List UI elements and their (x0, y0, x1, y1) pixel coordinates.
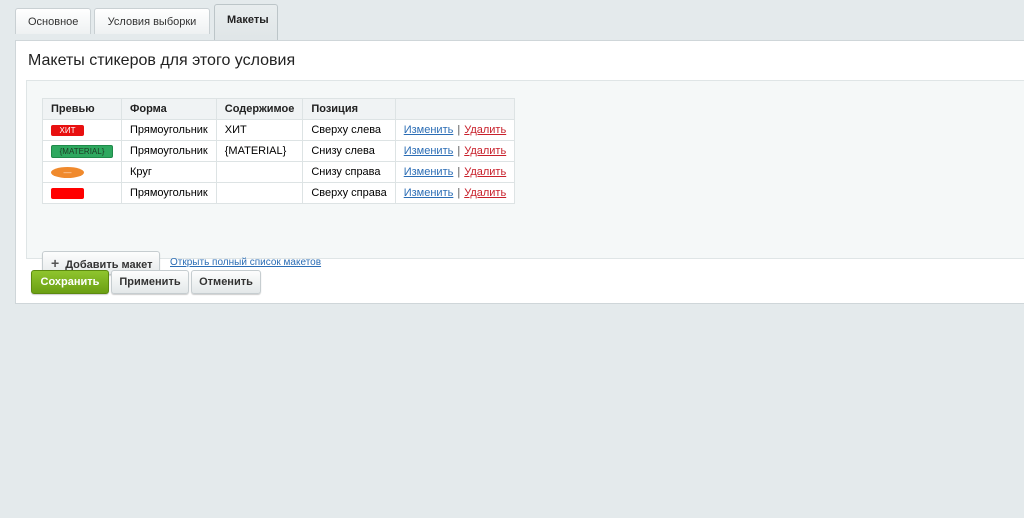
col-preview: Превью (42, 98, 122, 120)
separator: | (457, 124, 461, 136)
form-cell: Прямоугольник (121, 119, 217, 141)
col-content: Содержимое (215, 98, 304, 120)
position-cell: Снизу справа (302, 161, 396, 183)
separator: | (457, 145, 461, 157)
edit-link[interactable]: Изменить (404, 166, 454, 178)
delete-link[interactable]: Удалить (464, 187, 506, 199)
full-layouts-list-link[interactable]: Открыть полный список макетов (170, 257, 321, 268)
actions-cell: Изменить | Удалить (394, 119, 516, 141)
preview-cell: — (42, 161, 122, 183)
sticker-preview (51, 187, 84, 199)
tab-selection-conditions[interactable]: Условия выборки (94, 8, 210, 34)
actions-cell: Изменить | Удалить (394, 161, 516, 183)
layouts-table: Превью Форма Содержимое Позиция ХИТ Прям… (42, 98, 516, 204)
delete-link[interactable]: Удалить (464, 166, 506, 178)
content-cell (215, 182, 304, 204)
form-cell: Прямоугольник (121, 182, 217, 204)
position-cell: Снизу слева (302, 140, 396, 162)
position-cell: Сверху справа (302, 182, 396, 204)
col-position: Позиция (302, 98, 396, 120)
save-button[interactable]: Сохранить (31, 270, 109, 294)
content-cell: ХИТ (215, 119, 304, 141)
separator: | (457, 187, 461, 199)
table-row: Прямоугольник Сверху справа Изменить | Уда… (42, 182, 516, 204)
table-row: — Круг Снизу справа Изменить | Удалить (42, 161, 516, 183)
layouts-panel: Макеты стикеров для этого условия Превью… (15, 40, 1024, 304)
position-cell: Сверху слева (302, 119, 396, 141)
sticker-preview: {MATERIAL} (51, 144, 113, 158)
preview-cell: {MATERIAL} (42, 140, 122, 162)
edit-link[interactable]: Изменить (404, 187, 454, 199)
table-row: {MATERIAL} Прямоугольник {MATERIAL} Сниз… (42, 140, 516, 162)
preview-cell (42, 182, 122, 204)
table-header-row: Превью Форма Содержимое Позиция (42, 98, 516, 120)
sticker-preview: — (51, 166, 84, 178)
preview-cell: ХИТ (42, 119, 122, 141)
delete-link[interactable]: Удалить (464, 145, 506, 157)
content-cell: {MATERIAL} (215, 140, 304, 162)
form-cell: Круг (121, 161, 217, 183)
tab-layouts[interactable]: Макеты (214, 4, 278, 42)
col-actions (394, 98, 516, 120)
actions-cell: Изменить | Удалить (394, 182, 516, 204)
plus-icon: + (51, 255, 60, 271)
apply-button[interactable]: Применить (111, 270, 189, 294)
content-cell (215, 161, 304, 183)
cancel-button[interactable]: Отменить (191, 270, 261, 294)
form-cell: Прямоугольник (121, 140, 217, 162)
edit-link[interactable]: Изменить (404, 145, 454, 157)
tab-main[interactable]: Основное (15, 8, 91, 34)
sticker-preview: ХИТ (51, 124, 84, 136)
table-row: ХИТ Прямоугольник ХИТ Сверху слева Измен… (42, 119, 516, 141)
panel-title: Макеты стикеров для этого условия (28, 52, 296, 69)
delete-link[interactable]: Удалить (464, 124, 506, 136)
separator: | (457, 166, 461, 178)
layouts-section: Превью Форма Содержимое Позиция ХИТ Прям… (26, 80, 1024, 275)
actions-cell: Изменить | Удалить (394, 140, 516, 162)
edit-link[interactable]: Изменить (404, 124, 454, 136)
col-form: Форма (121, 98, 217, 120)
